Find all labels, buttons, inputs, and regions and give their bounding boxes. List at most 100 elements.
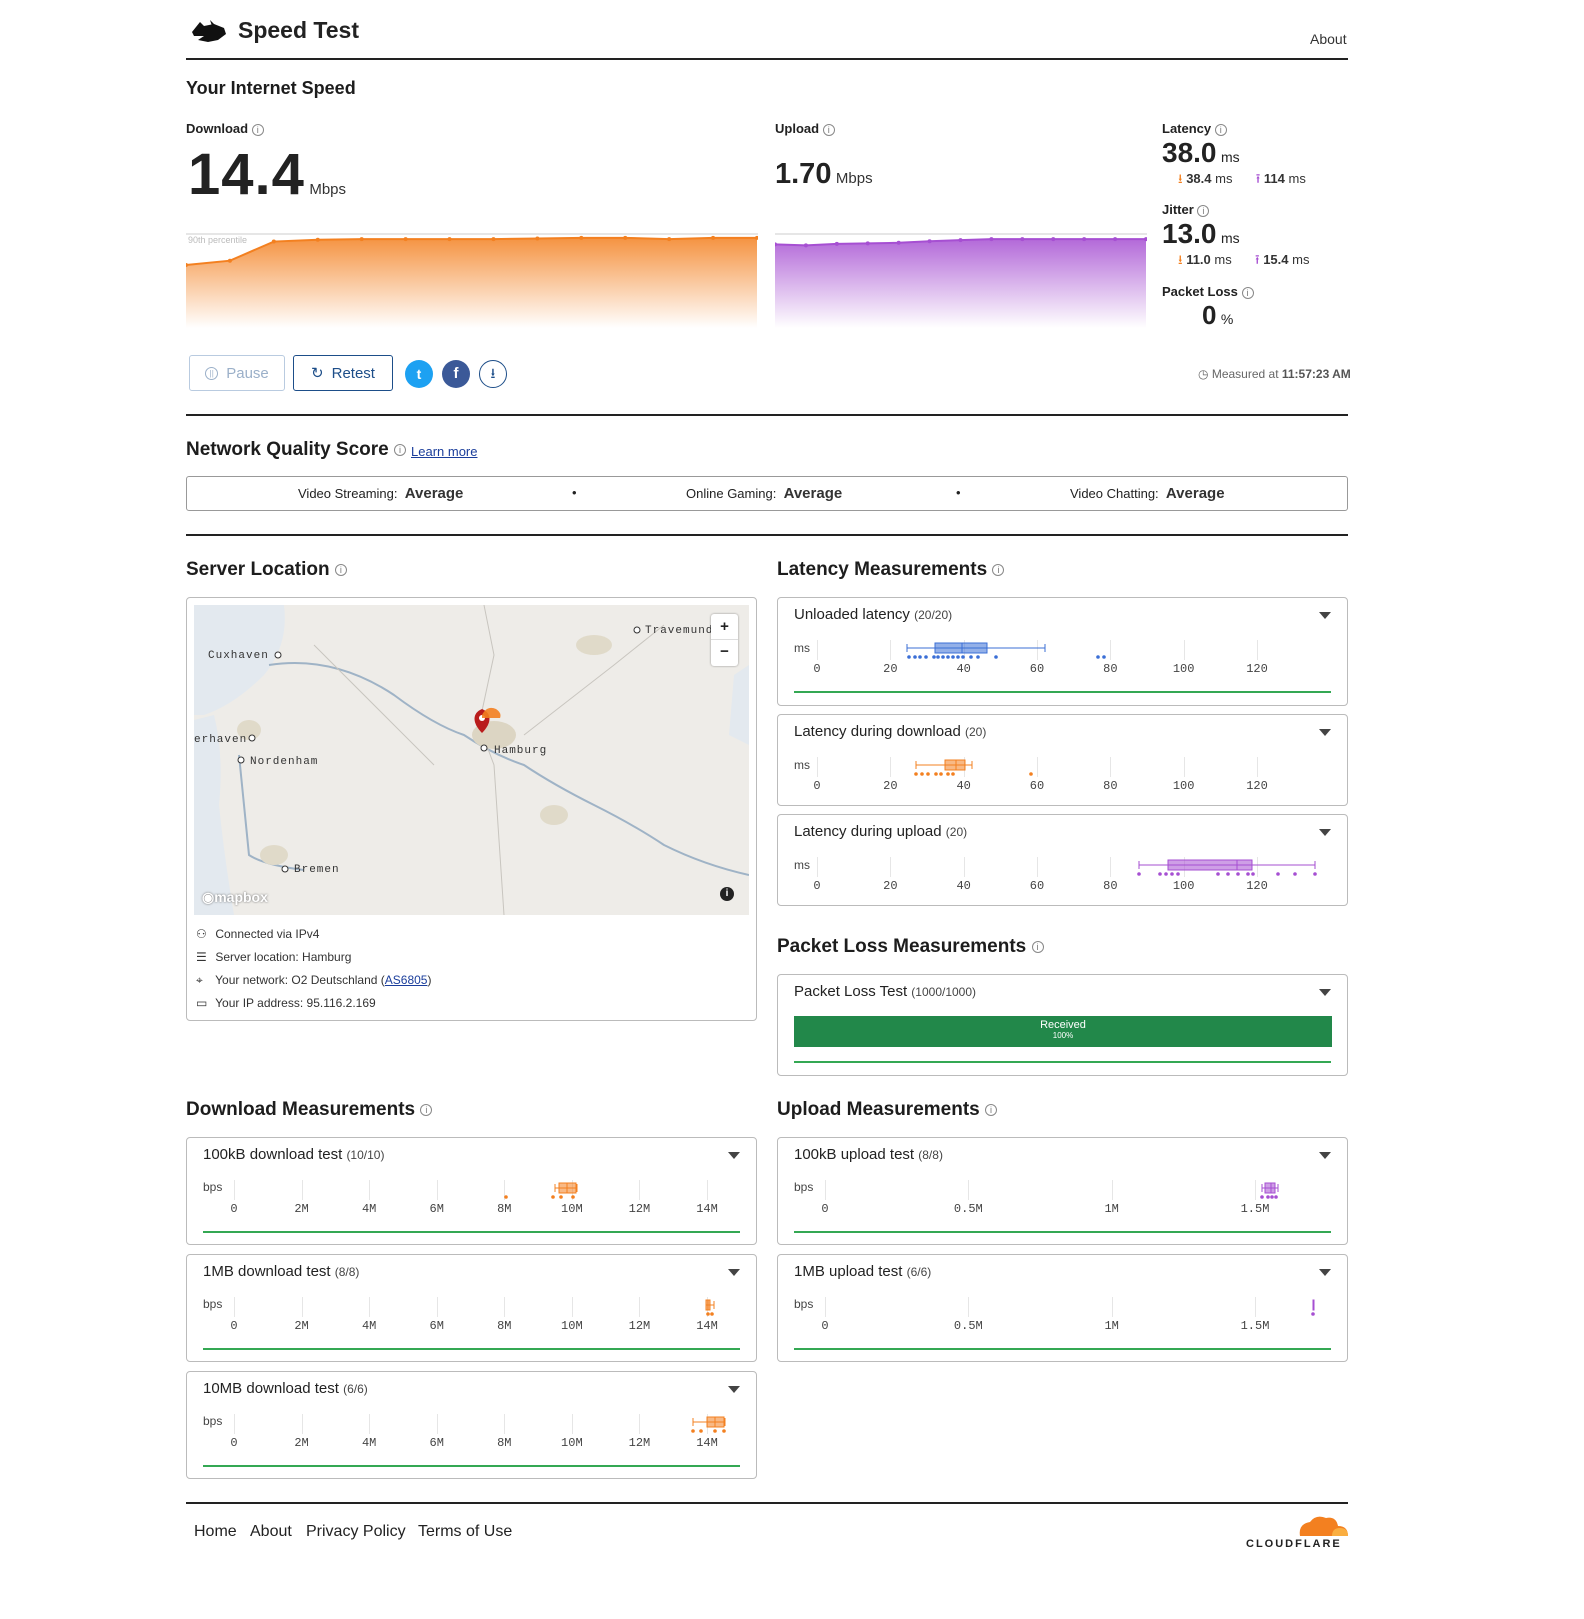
chevron-down-icon[interactable] [728,1269,740,1276]
outlier-point [914,772,918,776]
zoom-in-button[interactable]: + [711,614,738,640]
chart-point [447,237,452,242]
outlier-point [559,1195,563,1199]
server-detail-network: ⌖ Your network: O2 Deutschland (AS6805) [196,973,432,987]
network-icon: ⚇ [196,927,207,941]
chart-point [579,235,584,240]
chart-point [1082,237,1087,242]
zoom-out-button[interactable]: − [711,640,738,666]
info-icon[interactable]: i [394,443,407,456]
info-icon[interactable]: i [1031,940,1044,953]
chart-point [535,236,540,241]
upload-arrow-icon: ⭱ [1255,252,1260,267]
outlier-point [1276,872,1280,876]
download-10mb-card[interactable]: 10MB download test (6/6) bps 0 2M 4M 6M 8M 10… [186,1371,757,1479]
info-icon[interactable]: i [822,123,835,136]
card-title: 10MB download test (6/6) [203,1380,368,1397]
chevron-down-icon[interactable] [1319,612,1331,619]
outlier-point [1251,872,1255,876]
info-icon[interactable]: i [992,563,1005,576]
upload-100kb-card[interactable]: 100kB upload test (8/8) bps 0 0.5M 1M 1.5M [777,1137,1348,1245]
cloud-icon [1299,1516,1348,1536]
footer-privacy-link[interactable]: Privacy Policy [306,1523,406,1541]
retest-button[interactable]: ↻ Retest [293,355,393,391]
outlier-point [913,655,917,659]
pause-icon: || [205,366,219,380]
latency-label: Latency i [1162,121,1227,136]
about-link[interactable]: About [1310,31,1347,47]
chart-point [623,235,628,240]
server-detail-connection: ⚇ Connected via IPv4 [196,927,320,941]
pause-button[interactable]: || Pause [189,355,285,391]
card-title: Latency during download (20) [794,723,987,740]
latency-upload-card[interactable]: Latency during upload (20) ms 0 20 40 60 80 1… [777,814,1348,906]
footer-about-link[interactable]: About [250,1523,292,1541]
chevron-down-icon[interactable] [728,1386,740,1393]
outlier-point [710,1312,714,1316]
mapbox-logo-icon: ◉ [202,889,215,905]
received-percent: 100% [1052,1031,1074,1040]
measured-at: ◷ Measured at 11:57:23 AM [1198,367,1351,381]
download-results-button[interactable]: ⭳ [479,360,507,388]
chart-point [711,235,716,240]
info-icon[interactable]: i [1241,286,1254,299]
download-100kb-card[interactable]: 100kB download test (10/10) bps 0 2M 4M 6M 8… [186,1137,757,1245]
map[interactable]: Cuxhaven erhaven Nordenham Hamburg Breme… [194,605,749,915]
outlier-point [1266,1195,1270,1199]
location-pin-icon: ⌖ [196,973,203,987]
outlier-point [951,772,955,776]
outlier-point [706,1312,710,1316]
learn-more-link[interactable]: Learn more [411,444,477,459]
chevron-down-icon[interactable] [1319,729,1331,736]
map-info-icon[interactable]: i [720,887,734,901]
card-title: 1MB download test (8/8) [203,1263,360,1280]
download-label: Download i [186,121,264,136]
info-icon[interactable]: i [420,1103,433,1116]
info-icon[interactable]: i [1197,204,1210,217]
cloudflare-logo[interactable]: CLOUDFLARE [1244,1512,1350,1552]
chevron-down-icon[interactable] [728,1152,740,1159]
chart-point [667,237,672,242]
mapbox-logo[interactable]: ◉mapbox [202,889,268,906]
download-1mb-card[interactable]: 1MB download test (8/8) bps 0 2M 4M 6M 8M 10M… [186,1254,757,1362]
info-icon[interactable]: i [1214,123,1227,136]
jitter-label: Jitter i [1162,202,1210,217]
chart-point [803,243,808,248]
box-plot [1260,1182,1279,1199]
download-arrow-icon: ⭳ [1178,252,1183,267]
packet-loss-value: 0 % [1202,300,1234,330]
quality-video-streaming: Video Streaming: Average [298,485,464,502]
info-icon[interactable]: i [251,123,264,136]
footer-terms-link[interactable]: Terms of Use [418,1523,512,1541]
chart-point [834,241,839,246]
outlier-point [956,655,960,659]
chevron-down-icon[interactable] [1319,1152,1331,1159]
outlier-point [1216,872,1220,876]
facebook-share-button[interactable]: f [442,360,470,388]
card-title: Packet Loss Test (1000/1000) [794,983,977,1000]
map-label-hamburg: Hamburg [494,745,548,757]
asn-link[interactable]: AS6805 [385,973,428,987]
chevron-down-icon[interactable] [1319,989,1331,996]
chart-point [989,237,994,242]
unloaded-latency-card[interactable]: Unloaded latency (20/20) ms 0 20 40 60 80 100… [777,597,1348,706]
latency-measurements-title: Latency Measurements i [777,559,1005,581]
latency-sub: ⭳ 38.4 ms ⭱ 114 ms [1178,171,1306,186]
chevron-down-icon[interactable] [1319,1269,1331,1276]
twitter-share-button[interactable]: t [405,360,433,388]
latency-download-card[interactable]: Latency during download (20) ms 0 20 40 60 8… [777,714,1348,806]
header-divider [186,58,1348,60]
upload-1mb-card[interactable]: 1MB upload test (6/6) bps 0 0.5M 1M 1.5M [777,1254,1348,1362]
outlier-point [1311,1312,1315,1316]
percentile-label: 90th percentile [188,235,247,245]
packet-loss-measurements-title: Packet Loss Measurements i [777,936,1044,958]
packet-loss-card[interactable]: Packet Loss Test (1000/1000) Received 10… [777,974,1348,1076]
outlier-point [504,1195,508,1199]
outlier-point [941,655,945,659]
footer-home-link[interactable]: Home [194,1523,237,1541]
outlier-point [926,772,930,776]
info-icon[interactable]: i [985,1103,998,1116]
footer-divider [186,1502,1348,1504]
chevron-down-icon[interactable] [1319,829,1331,836]
info-icon[interactable]: i [334,563,347,576]
